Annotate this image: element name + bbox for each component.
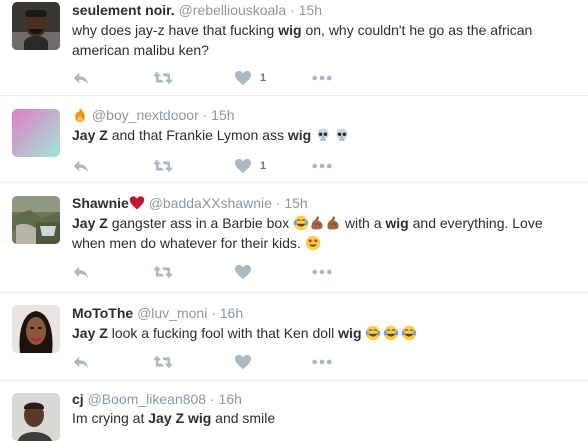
laugh-cry-icon xyxy=(383,325,399,341)
retweet-button[interactable] xyxy=(152,157,174,175)
tweet-text: Jay Z look a fucking fool with that Ken … xyxy=(72,323,572,343)
like-button[interactable]: 1 xyxy=(234,69,266,87)
reply-button[interactable] xyxy=(72,353,90,371)
timestamp[interactable]: 16h xyxy=(220,305,243,321)
tweet-header: Shawnie @baddaXXshawnie · 15h xyxy=(72,194,308,212)
separator-dot: · xyxy=(202,107,208,123)
more-button[interactable] xyxy=(312,263,332,281)
retweet-icon xyxy=(152,70,174,86)
tweet-actions xyxy=(72,263,372,281)
tweet-header: @boy_nextdooor · 15h xyxy=(72,106,235,124)
laugh-cry-icon xyxy=(293,215,309,231)
avatar[interactable] xyxy=(12,2,60,50)
tweet[interactable]: MoToThe @luv_moni · 16h Jay Z look a fuc… xyxy=(0,293,588,381)
display-name[interactable]: cj xyxy=(72,391,84,407)
keyword-highlight: wig xyxy=(187,410,212,426)
like-button[interactable] xyxy=(234,353,260,371)
like-count: 1 xyxy=(260,72,267,84)
like-icon xyxy=(234,158,252,174)
display-name[interactable]: Shawnie xyxy=(72,195,129,211)
user-handle[interactable]: @rebelliouskoala xyxy=(179,2,287,18)
separator-dot: · xyxy=(211,305,216,321)
tweet[interactable]: @boy_nextdooor · 15h Jay Z and that Fran… xyxy=(0,96,588,183)
timestamp[interactable]: 15h xyxy=(284,195,307,211)
timestamp[interactable]: 15h xyxy=(299,2,322,18)
more-button[interactable] xyxy=(312,353,332,371)
more-button[interactable] xyxy=(312,157,332,175)
tweet-actions: 1 xyxy=(72,157,372,175)
avatar[interactable] xyxy=(12,196,60,244)
laugh-cry-icon xyxy=(401,325,417,341)
like-button[interactable]: 1 xyxy=(234,157,266,175)
keyword-highlight: wig xyxy=(338,325,362,341)
more-icon xyxy=(312,269,332,275)
fire-icon xyxy=(72,107,88,123)
like-count: 1 xyxy=(260,160,267,172)
retweet-button[interactable] xyxy=(152,263,174,281)
avatar[interactable] xyxy=(12,305,60,353)
timestamp[interactable]: 15h xyxy=(211,107,234,123)
like-button[interactable] xyxy=(234,263,260,281)
laugh-cry-icon xyxy=(365,325,381,341)
more-icon xyxy=(312,75,332,81)
avatar[interactable] xyxy=(12,109,60,157)
heart-eyes-icon xyxy=(305,235,321,251)
separator-dot: · xyxy=(290,2,295,18)
tweet-text: Jay Z and that Frankie Lymon ass wig xyxy=(72,125,572,145)
timestamp[interactable]: 16h xyxy=(219,391,242,407)
flexed-biceps-icon xyxy=(309,215,325,231)
more-button[interactable] xyxy=(312,69,332,87)
keyword-highlight: wig xyxy=(385,215,409,231)
keyword-highlight: wig xyxy=(278,22,302,38)
retweet-button[interactable] xyxy=(152,69,174,87)
flexed-biceps-icon xyxy=(325,215,341,231)
tweet-text: Im crying at Jay Z wig and smile xyxy=(72,410,276,426)
tweet-text: why does jay-z have that fucking wig on,… xyxy=(72,22,533,58)
more-icon xyxy=(312,359,332,365)
tweet-header: seulement noir. @rebelliouskoala · 15h xyxy=(72,1,322,19)
heart-icon xyxy=(129,195,145,211)
reply-icon xyxy=(72,70,90,86)
retweet-icon xyxy=(152,264,174,280)
retweet-icon xyxy=(152,354,174,370)
tweet[interactable]: seulement noir. @rebelliouskoala · 15h w… xyxy=(0,0,588,96)
user-handle[interactable]: @luv_moni xyxy=(137,305,207,321)
display-name[interactable]: seulement noir. xyxy=(72,2,175,18)
reply-button[interactable] xyxy=(72,263,90,281)
reply-icon xyxy=(72,158,90,174)
separator-dot: · xyxy=(275,195,281,211)
tweet-header: MoToThe @luv_moni · 16h xyxy=(72,304,243,322)
like-icon xyxy=(234,70,252,86)
reply-icon xyxy=(72,354,90,370)
separator-dot: · xyxy=(209,391,215,407)
more-icon xyxy=(312,163,332,169)
user-handle[interactable]: @boy_nextdooor xyxy=(92,107,199,123)
tweet[interactable]: cj @Boom_likean808 · 16h Im crying at Ja… xyxy=(0,381,588,441)
reply-button[interactable] xyxy=(72,69,90,87)
user-handle[interactable]: @Boom_likean808 xyxy=(88,391,207,407)
skull-icon xyxy=(334,127,350,143)
like-icon xyxy=(234,264,252,280)
like-icon xyxy=(234,354,252,370)
user-handle[interactable]: @baddaXXshawnie xyxy=(149,195,272,211)
tweet-text: Jay Z gangster ass in a Barbie box with … xyxy=(72,215,543,251)
tweet-actions: 1 xyxy=(72,69,372,87)
tweet[interactable]: Shawnie @baddaXXshawnie · 15h Jay Z gang… xyxy=(0,183,588,293)
reply-icon xyxy=(72,264,90,280)
tweet-feed: seulement noir. @rebelliouskoala · 15h w… xyxy=(0,0,588,441)
tweet-header: cj @Boom_likean808 · 16h xyxy=(72,390,242,408)
skull-icon xyxy=(315,127,331,143)
avatar[interactable] xyxy=(12,393,60,441)
keyword-highlight: wig xyxy=(287,127,312,143)
display-name[interactable]: MoToThe xyxy=(72,305,133,321)
retweet-icon xyxy=(152,158,174,174)
retweet-button[interactable] xyxy=(152,353,174,371)
tweet-actions xyxy=(72,353,372,371)
reply-button[interactable] xyxy=(72,157,90,175)
